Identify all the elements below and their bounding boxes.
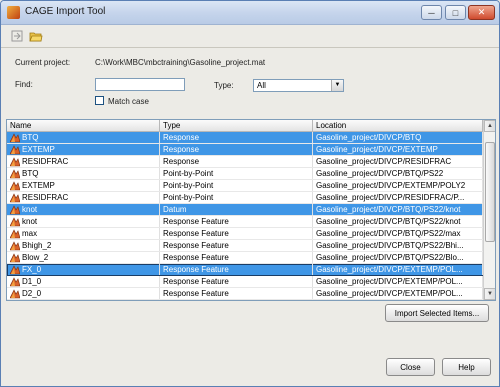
chevron-down-icon[interactable]: ▼ (331, 80, 343, 91)
table-row[interactable]: Bhigh_2 Response Feature Gasoline_project/… (7, 240, 483, 252)
cell-type: Datum (160, 204, 313, 215)
open-button[interactable] (28, 28, 44, 44)
toolbar (1, 25, 499, 48)
cell-location: Gasoline_project/DIVCP/BTQ/PS22/knot (313, 216, 483, 227)
cell-name: BTQ (7, 168, 160, 179)
table-row[interactable]: RESIDFRAC Point-by-Point Gasoline_project/… (7, 192, 483, 204)
cell-location: Gasoline_project/DIVCP/BTQ/PS22/knot (313, 204, 483, 215)
close-button[interactable]: Close (386, 358, 435, 376)
column-header-location[interactable]: Location (313, 120, 483, 131)
cell-name: Blow_2 (7, 252, 160, 263)
cell-type: Response Feature (160, 216, 313, 227)
cell-name: BTQ (7, 132, 160, 143)
cell-type: Response Feature (160, 228, 313, 239)
cell-type: Response (160, 156, 313, 167)
cell-name: Bhigh_2 (7, 240, 160, 251)
minimize-button[interactable]: ─ (421, 5, 442, 20)
type-label: Type: (214, 81, 234, 90)
cell-type: Response Feature (160, 276, 313, 287)
table-row[interactable]: BTQ Response Gasoline_project/DIVCP/BTQ (7, 132, 483, 144)
cell-name: knot (7, 216, 160, 227)
match-case-label: Match case (108, 97, 149, 106)
table-row[interactable]: FX_0 Response Feature Gasoline_project/DIV… (7, 264, 483, 276)
cell-location: Gasoline_project/DIVCP/BTQ/PS22 (313, 168, 483, 179)
current-project-path: C:\Work\MBC\mbctraining\Gasoline_project… (95, 58, 266, 67)
table-row[interactable]: D2_0 Response Feature Gasoline_project/DIV… (7, 288, 483, 300)
cell-location: Gasoline_project/DIVCP/EXTEMP (313, 144, 483, 155)
vertical-scrollbar[interactable]: ▲ ▼ (483, 120, 495, 300)
match-case-checkbox[interactable] (95, 96, 104, 105)
cell-location: Gasoline_project/DIVCP/EXTEMP/POLY2 (313, 180, 483, 191)
cell-name: knot (7, 204, 160, 215)
cell-location: Gasoline_project/DIVCP/RESIDFRAC/P... (313, 192, 483, 203)
cell-name: D1_0 (7, 276, 160, 287)
cell-name: max (7, 228, 160, 239)
matlab-app-icon (7, 6, 20, 19)
maximize-button[interactable]: □ (445, 5, 466, 20)
folder-open-icon (29, 32, 43, 42)
type-dropdown[interactable]: All ▼ (253, 79, 344, 92)
table-row[interactable]: D1_0 Response Feature Gasoline_project/DIV… (7, 276, 483, 288)
cell-location: Gasoline_project/DIVCP/BTQ (313, 132, 483, 143)
close-window-button[interactable]: ✕ (468, 5, 495, 20)
import-selected-button[interactable]: Import Selected Items... (385, 304, 489, 322)
cell-type: Point-by-Point (160, 168, 313, 179)
table-row[interactable]: Blow_2 Response Feature Gasoline_project/D… (7, 252, 483, 264)
table-row[interactable]: RESIDFRAC Response Gasoline_project/DIVCP/… (7, 156, 483, 168)
find-label: Find: (15, 80, 33, 89)
current-project-label: Current project: (15, 58, 71, 67)
cell-name: RESIDFRAC (7, 192, 160, 203)
table-row[interactable]: max Response Feature Gasoline_project/DIVC… (7, 228, 483, 240)
table-row[interactable]: knot Response Feature Gasoline_project/DIV… (7, 216, 483, 228)
scroll-down-icon[interactable]: ▼ (484, 288, 495, 300)
import-icon (11, 30, 23, 42)
table-row[interactable]: EXTEMP Point-by-Point Gasoline_project/DIV… (7, 180, 483, 192)
cell-location: Gasoline_project/DIVCP/EXTEMP/POL... (313, 288, 483, 299)
import-button[interactable] (9, 28, 25, 44)
cell-type: Response Feature (160, 288, 313, 299)
type-dropdown-value: All (257, 81, 266, 90)
cell-type: Point-by-Point (160, 180, 313, 191)
table-body: BTQ Response Gasoline_project/DIVCP/BTQ EXT… (7, 132, 483, 300)
scrollbar-thumb[interactable] (485, 142, 495, 242)
cell-type: Response (160, 144, 313, 155)
table-header: Name Type Location (7, 120, 483, 132)
cell-name: RESIDFRAC (7, 156, 160, 167)
table-row[interactable]: BTQ Point-by-Point Gasoline_project/DIVCP/… (7, 168, 483, 180)
cell-type: Response Feature (160, 252, 313, 263)
cell-location: Gasoline_project/DIVCP/BTQ/PS22/max (313, 228, 483, 239)
table-row[interactable]: knot Datum Gasoline_project/DIVCP/BTQ/PS22… (7, 204, 483, 216)
cell-location: Gasoline_project/DIVCP/EXTEMP/POL... (313, 276, 483, 287)
cell-location: Gasoline_project/DIVCP/EXTEMP/POL... (313, 264, 483, 275)
cell-name: FX_0 (7, 264, 160, 275)
column-header-name[interactable]: Name (7, 120, 160, 131)
minimize-icon: ─ (428, 7, 435, 18)
table-row[interactable]: EXTEMP Response Gasoline_project/DIVCP/EXT… (7, 144, 483, 156)
cage-import-window: CAGE Import Tool ─ □ ✕ Current project: … (0, 0, 500, 387)
cell-name: EXTEMP (7, 180, 160, 191)
help-button[interactable]: Help (442, 358, 491, 376)
cell-location: Gasoline_project/DIVCP/BTQ/PS22/Blo... (313, 252, 483, 263)
close-icon: ✕ (477, 7, 486, 17)
items-table: Name Type Location BTQ Response Gasoline_p… (6, 119, 496, 301)
cell-name: D2_0 (7, 288, 160, 299)
scroll-up-icon[interactable]: ▲ (484, 120, 495, 132)
window-title: CAGE Import Tool (25, 6, 106, 17)
column-header-type[interactable]: Type (160, 120, 313, 131)
cell-type: Response (160, 132, 313, 143)
title-bar[interactable]: CAGE Import Tool ─ □ ✕ (1, 1, 499, 25)
maximize-icon: □ (452, 7, 459, 18)
cell-type: Response Feature (160, 264, 313, 275)
cell-location: Gasoline_project/DIVCP/RESIDFRAC (313, 156, 483, 167)
cell-name: EXTEMP (7, 144, 160, 155)
cell-type: Response Feature (160, 240, 313, 251)
cell-location: Gasoline_project/DIVCP/BTQ/PS22/Bhi... (313, 240, 483, 251)
cell-type: Point-by-Point (160, 192, 313, 203)
find-input[interactable] (95, 78, 185, 91)
